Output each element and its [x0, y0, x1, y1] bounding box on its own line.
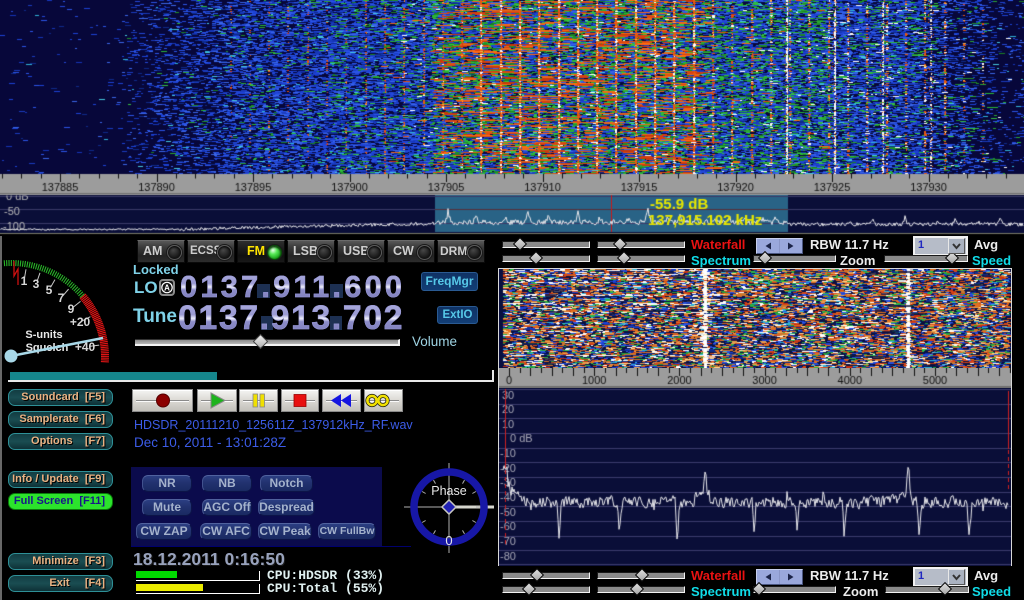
svg-text:3: 3 — [33, 277, 40, 291]
svg-text:+20: +20 — [70, 315, 91, 329]
svg-text:A: A — [164, 284, 170, 293]
svg-text:5: 5 — [46, 283, 53, 297]
svg-text:0: 0 — [445, 533, 452, 548]
svg-text:9: 9 — [68, 302, 75, 316]
svg-text:S-units: S-units — [25, 329, 62, 341]
svg-text:7: 7 — [58, 291, 65, 305]
svg-text:1: 1 — [21, 274, 28, 288]
svg-text:Phase: Phase — [431, 484, 466, 498]
